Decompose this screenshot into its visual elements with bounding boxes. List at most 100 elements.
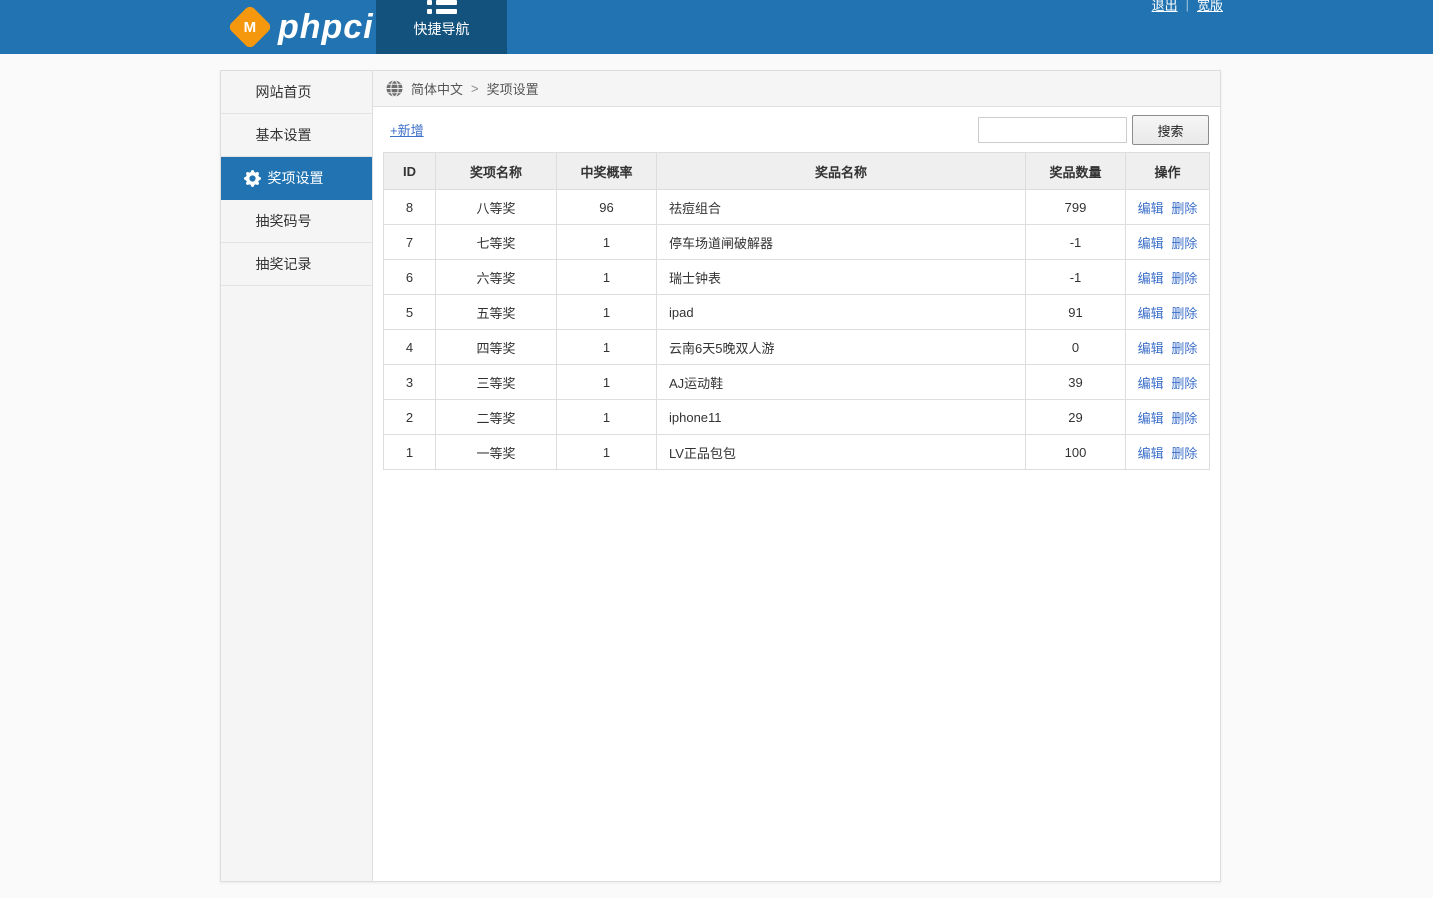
cell-actions: 编辑 删除 [1126, 400, 1210, 435]
cell-probability: 1 [557, 225, 657, 260]
sidebar-item-label: 奖项设置 [268, 168, 324, 188]
delete-link[interactable]: 删除 [1171, 341, 1197, 356]
globe-icon [386, 80, 403, 97]
search-group: 搜索 [978, 115, 1209, 145]
cell-actions: 编辑 删除 [1126, 295, 1210, 330]
cell-id: 8 [384, 190, 436, 225]
sidebar-item-label: 抽奖记录 [256, 254, 312, 274]
breadcrumb: 简体中文 > 奖项设置 [373, 71, 1220, 107]
cell-quantity: 100 [1026, 435, 1126, 470]
cell-id: 5 [384, 295, 436, 330]
cell-prize-name: 二等奖 [436, 400, 557, 435]
column-header-4: 奖品数量 [1026, 153, 1126, 190]
edit-link[interactable]: 编辑 [1138, 271, 1164, 286]
delete-link[interactable]: 删除 [1171, 376, 1197, 391]
cell-id: 1 [384, 435, 436, 470]
edit-link[interactable]: 编辑 [1138, 446, 1164, 461]
cell-id: 2 [384, 400, 436, 435]
edit-link[interactable]: 编辑 [1138, 376, 1164, 391]
cell-award-name: ipad [657, 295, 1026, 330]
sidebar-item-2[interactable]: 奖项设置 [221, 157, 372, 200]
cell-award-name: 祛痘组合 [657, 190, 1026, 225]
edit-link[interactable]: 编辑 [1138, 306, 1164, 321]
sidebar-item-label: 抽奖码号 [256, 211, 312, 231]
cell-award-name: 云南6天5晚双人游 [657, 330, 1026, 365]
header-links: 退出 | 宽版 [1152, 0, 1223, 14]
search-input[interactable] [978, 117, 1127, 143]
toolbar: +新增 搜索 [373, 107, 1220, 152]
cell-quantity: 91 [1026, 295, 1126, 330]
sidebar-item-label: 基本设置 [256, 125, 312, 145]
delete-link[interactable]: 删除 [1171, 201, 1197, 216]
search-button[interactable]: 搜索 [1132, 115, 1209, 145]
cell-probability: 1 [557, 400, 657, 435]
sidebar-item-4[interactable]: 抽奖记录 [221, 243, 372, 286]
table-row: 4 四等奖 1 云南6天5晚双人游 0 编辑 删除 [384, 330, 1210, 365]
cell-prize-name: 一等奖 [436, 435, 557, 470]
delete-link[interactable]: 删除 [1171, 236, 1197, 251]
cell-award-name: iphone11 [657, 400, 1026, 435]
cell-probability: 1 [557, 260, 657, 295]
add-new-link[interactable]: +新增 [390, 120, 424, 139]
prize-table: ID奖项名称中奖概率奖品名称奖品数量操作 8 八等奖 96 祛痘组合 799 编… [383, 152, 1210, 470]
table-row: 8 八等奖 96 祛痘组合 799 编辑 删除 [384, 190, 1210, 225]
column-header-1: 奖项名称 [436, 153, 557, 190]
column-header-5: 操作 [1126, 153, 1210, 190]
delete-link[interactable]: 删除 [1171, 446, 1197, 461]
cell-quantity: -1 [1026, 225, 1126, 260]
edit-link[interactable]: 编辑 [1138, 411, 1164, 426]
delete-link[interactable]: 删除 [1171, 411, 1197, 426]
column-header-3: 奖品名称 [657, 153, 1026, 190]
cell-actions: 编辑 删除 [1126, 260, 1210, 295]
table-row: 6 六等奖 1 瑞士钟表 -1 编辑 删除 [384, 260, 1210, 295]
cell-prize-name: 八等奖 [436, 190, 557, 225]
cell-award-name: LV正品包包 [657, 435, 1026, 470]
cell-quantity: 799 [1026, 190, 1126, 225]
delete-link[interactable]: 删除 [1171, 271, 1197, 286]
cell-quantity: 0 [1026, 330, 1126, 365]
cell-probability: 1 [557, 435, 657, 470]
sidebar-item-1[interactable]: 基本设置 [221, 114, 372, 157]
table-body: 8 八等奖 96 祛痘组合 799 编辑 删除 7 七等奖 1 停车场道闸破解器… [384, 190, 1210, 470]
cell-prize-name: 七等奖 [436, 225, 557, 260]
cell-probability: 1 [557, 365, 657, 400]
table-row: 7 七等奖 1 停车场道闸破解器 -1 编辑 删除 [384, 225, 1210, 260]
main-content: 简体中文 > 奖项设置 +新增 搜索 ID奖项名称中奖概率奖品名称奖品数量操作 … [373, 71, 1220, 881]
delete-link[interactable]: 删除 [1171, 306, 1197, 321]
cell-quantity: 29 [1026, 400, 1126, 435]
quick-nav-tab[interactable]: 快捷导航 [376, 0, 507, 54]
logo-mark-icon: M [227, 4, 272, 49]
page-container: 网站首页 基本设置 奖项设置 抽奖码号 抽奖记录 [220, 70, 1221, 882]
table-wrap: ID奖项名称中奖概率奖品名称奖品数量操作 8 八等奖 96 祛痘组合 799 编… [383, 152, 1210, 470]
cell-award-name: 瑞士钟表 [657, 260, 1026, 295]
cell-id: 7 [384, 225, 436, 260]
cell-probability: 1 [557, 295, 657, 330]
sidebar-item-label: 网站首页 [256, 82, 312, 102]
sidebar-item-0[interactable]: 网站首页 [221, 71, 372, 114]
cell-actions: 编辑 删除 [1126, 435, 1210, 470]
cell-award-name: 停车场道闸破解器 [657, 225, 1026, 260]
table-row: 5 五等奖 1 ipad 91 编辑 删除 [384, 295, 1210, 330]
edit-link[interactable]: 编辑 [1138, 201, 1164, 216]
cell-actions: 编辑 删除 [1126, 365, 1210, 400]
top-header: M phpci 快捷导航 退出 | 宽版 [0, 0, 1433, 54]
cell-actions: 编辑 删除 [1126, 225, 1210, 260]
gear-icon [244, 170, 261, 187]
cell-probability: 1 [557, 330, 657, 365]
cell-prize-name: 三等奖 [436, 365, 557, 400]
table-row: 1 一等奖 1 LV正品包包 100 编辑 删除 [384, 435, 1210, 470]
cell-id: 3 [384, 365, 436, 400]
links-separator: | [1186, 0, 1189, 12]
edit-link[interactable]: 编辑 [1138, 341, 1164, 356]
logo-mark-letter: M [244, 19, 257, 36]
cell-id: 6 [384, 260, 436, 295]
sidebar-item-3[interactable]: 抽奖码号 [221, 200, 372, 243]
edit-link[interactable]: 编辑 [1138, 236, 1164, 251]
wide-version-link[interactable]: 宽版 [1197, 0, 1223, 14]
quick-nav-label: 快捷导航 [376, 19, 507, 39]
logout-link[interactable]: 退出 [1152, 0, 1178, 14]
cell-award-name: AJ运动鞋 [657, 365, 1026, 400]
cell-id: 4 [384, 330, 436, 365]
list-icon [427, 0, 457, 14]
sidebar: 网站首页 基本设置 奖项设置 抽奖码号 抽奖记录 [221, 71, 373, 881]
